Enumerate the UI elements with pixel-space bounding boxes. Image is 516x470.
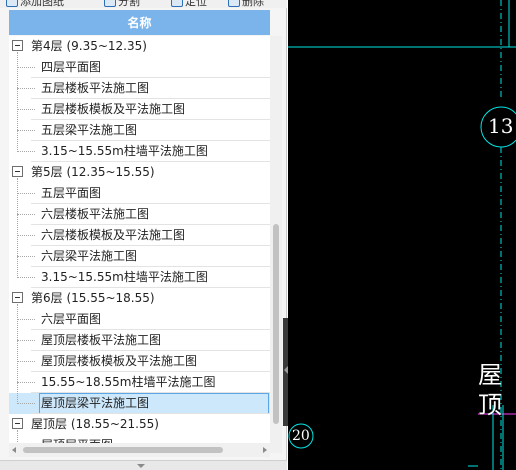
tree-horizontal-scrollbar[interactable]	[9, 443, 270, 457]
tree-drawing-item[interactable]: 四层平面图	[9, 57, 270, 78]
tree-drawing-item[interactable]: 五层平面图	[9, 183, 270, 204]
drawing-tree: 第4层 (9.35~12.35) 四层平面图五层楼板平法施工图五层楼板模板及平法施…	[9, 36, 270, 453]
tree-connector-line	[17, 193, 35, 194]
tree-drawing-item[interactable]: 六层楼板平法施工图	[9, 204, 270, 225]
tree-drawing-item[interactable]: 六层平面图	[9, 309, 270, 330]
collapse-toggle-icon[interactable]	[12, 40, 23, 51]
locate-button[interactable]: 定位	[171, 0, 207, 8]
add-drawing-icon	[6, 0, 18, 7]
tree-drawing-label: 五层楼板平法施工图	[41, 81, 150, 95]
locate-icon	[171, 0, 183, 7]
tree-drawing-label: 屋顶层梁平法施工图	[41, 396, 150, 410]
collapse-toggle-icon[interactable]	[12, 166, 23, 177]
tree-group-label: 屋顶层 (18.55~21.55)	[31, 417, 159, 431]
scroll-left-arrow-icon[interactable]	[12, 447, 16, 453]
collapse-toggle-icon[interactable]	[12, 292, 23, 303]
tree-drawing-item[interactable]: 15.55~18.55m柱墙平法施工图	[9, 372, 270, 393]
tree-drawing-item[interactable]: 3.15~15.55m柱墙平法施工图	[9, 267, 270, 288]
app-window: 添加图纸 分割 定位 删除 名称 第4层 (9.35~12.35) 四层平面图五层…	[0, 0, 516, 470]
tree-drawing-item[interactable]: 六层楼板模板及平法施工图	[9, 225, 270, 246]
panel-toolbar: 添加图纸 分割 定位 删除	[0, 0, 287, 8]
panel-bottom-strip	[0, 460, 287, 470]
tree-connector-line	[17, 214, 35, 215]
tree-drawing-item[interactable]: 屋顶层楼板模板及平法施工图	[9, 351, 270, 372]
delete-label: 删除	[242, 0, 264, 8]
expand-down-arrow-icon[interactable]	[137, 464, 145, 468]
tree-connector-line	[17, 277, 35, 278]
tree-connector-line	[17, 109, 35, 110]
tree-connector-line	[17, 340, 35, 341]
tree-drawing-label: 五层平面图	[41, 186, 102, 200]
tree-drawing-label: 五层梁平法施工图	[41, 123, 138, 137]
scroll-right-arrow-icon[interactable]	[263, 447, 267, 453]
tree-drawing-label: 四层平面图	[41, 60, 102, 74]
tree-connector-line	[17, 67, 35, 68]
tree-connector-line	[17, 382, 35, 383]
tree-drawing-label: 屋顶层楼板平法施工图	[41, 333, 162, 347]
tree-connector-line	[17, 319, 35, 320]
tree-vertical-scrollbar[interactable]	[270, 36, 282, 453]
tree-connector-vertical	[17, 52, 18, 152]
split-icon	[104, 0, 116, 7]
tree-drawing-item[interactable]: 3.15~15.55m柱墙平法施工图	[9, 141, 270, 162]
tree-drawing-item[interactable]: 五层楼板模板及平法施工图	[9, 99, 270, 120]
tree-group-row[interactable]: 第5层 (12.35~15.55)	[9, 162, 270, 183]
tree-connector-line	[17, 235, 35, 236]
tree-horizontal-scroll-thumb[interactable]	[23, 447, 223, 453]
tree-connector-vertical	[17, 304, 18, 404]
tree-drawing-label: 屋顶层楼板模板及平法施工图	[41, 354, 198, 368]
tree-connector-line	[17, 256, 35, 257]
tree-group-label: 第6层 (15.55~18.55)	[31, 291, 155, 305]
tree-connector-line	[17, 130, 35, 131]
tree-group-row[interactable]: 屋顶层 (18.55~21.55)	[9, 414, 270, 435]
add-drawing-label: 添加图纸	[20, 0, 64, 8]
tree-drawing-label: 六层平面图	[41, 312, 102, 326]
collapse-toggle-icon[interactable]	[12, 418, 23, 429]
tree-drawing-item[interactable]: 五层楼板平法施工图	[9, 78, 270, 99]
tree-drawing-label: 六层楼板平法施工图	[41, 207, 150, 221]
axis-label-20: 20	[292, 428, 310, 444]
tree-drawing-label: 六层梁平法施工图	[41, 249, 138, 263]
tree-drawing-item[interactable]: 六层梁平法施工图	[9, 246, 270, 267]
split-button[interactable]: 分割	[104, 0, 140, 8]
axis-label-13: 13	[488, 114, 514, 138]
delete-icon	[228, 0, 240, 7]
tree-drawing-label: 六层楼板模板及平法施工图	[41, 228, 186, 242]
tree-drawing-label: 3.15~15.55m柱墙平法施工图	[41, 270, 208, 284]
tree-group-label: 第5层 (12.35~15.55)	[31, 165, 155, 179]
tree-group-row[interactable]: 第6层 (15.55~18.55)	[9, 288, 270, 309]
drawing-partial-title: 屋顶	[478, 361, 502, 419]
tree-connector-line	[17, 88, 35, 89]
tree-drawing-label: 15.55~18.55m柱墙平法施工图	[41, 375, 216, 389]
tree-group-row[interactable]: 第4层 (9.35~12.35)	[9, 36, 270, 57]
cad-drawing-canvas[interactable]: 13 20 屋顶	[288, 0, 516, 470]
locate-label: 定位	[185, 0, 207, 8]
tree-drawing-item[interactable]: 屋顶层楼板平法施工图	[9, 330, 270, 351]
tree-connector-line	[17, 403, 35, 404]
tree-drawing-label: 3.15~15.55m柱墙平法施工图	[41, 144, 208, 158]
add-drawing-button[interactable]: 添加图纸	[6, 0, 64, 8]
tree-group-label: 第4层 (9.35~12.35)	[31, 39, 147, 53]
tree-vertical-scroll-thumb[interactable]	[273, 224, 279, 424]
tree-drawing-item[interactable]: 五层梁平法施工图	[9, 120, 270, 141]
tree-drawing-label: 五层楼板模板及平法施工图	[41, 102, 186, 116]
split-label: 分割	[118, 0, 140, 8]
delete-button[interactable]: 删除	[228, 0, 264, 8]
drawing-list-panel: 添加图纸 分割 定位 删除 名称 第4层 (9.35~12.35) 四层平面图五层…	[0, 0, 287, 470]
tree-connector-vertical	[17, 178, 18, 278]
tree-drawing-item[interactable]: 屋顶层梁平法施工图	[9, 393, 270, 414]
name-column-header[interactable]: 名称	[9, 10, 270, 35]
tree-connector-line	[17, 361, 35, 362]
tree-connector-line	[17, 151, 35, 152]
name-column-header-label: 名称	[127, 16, 152, 30]
